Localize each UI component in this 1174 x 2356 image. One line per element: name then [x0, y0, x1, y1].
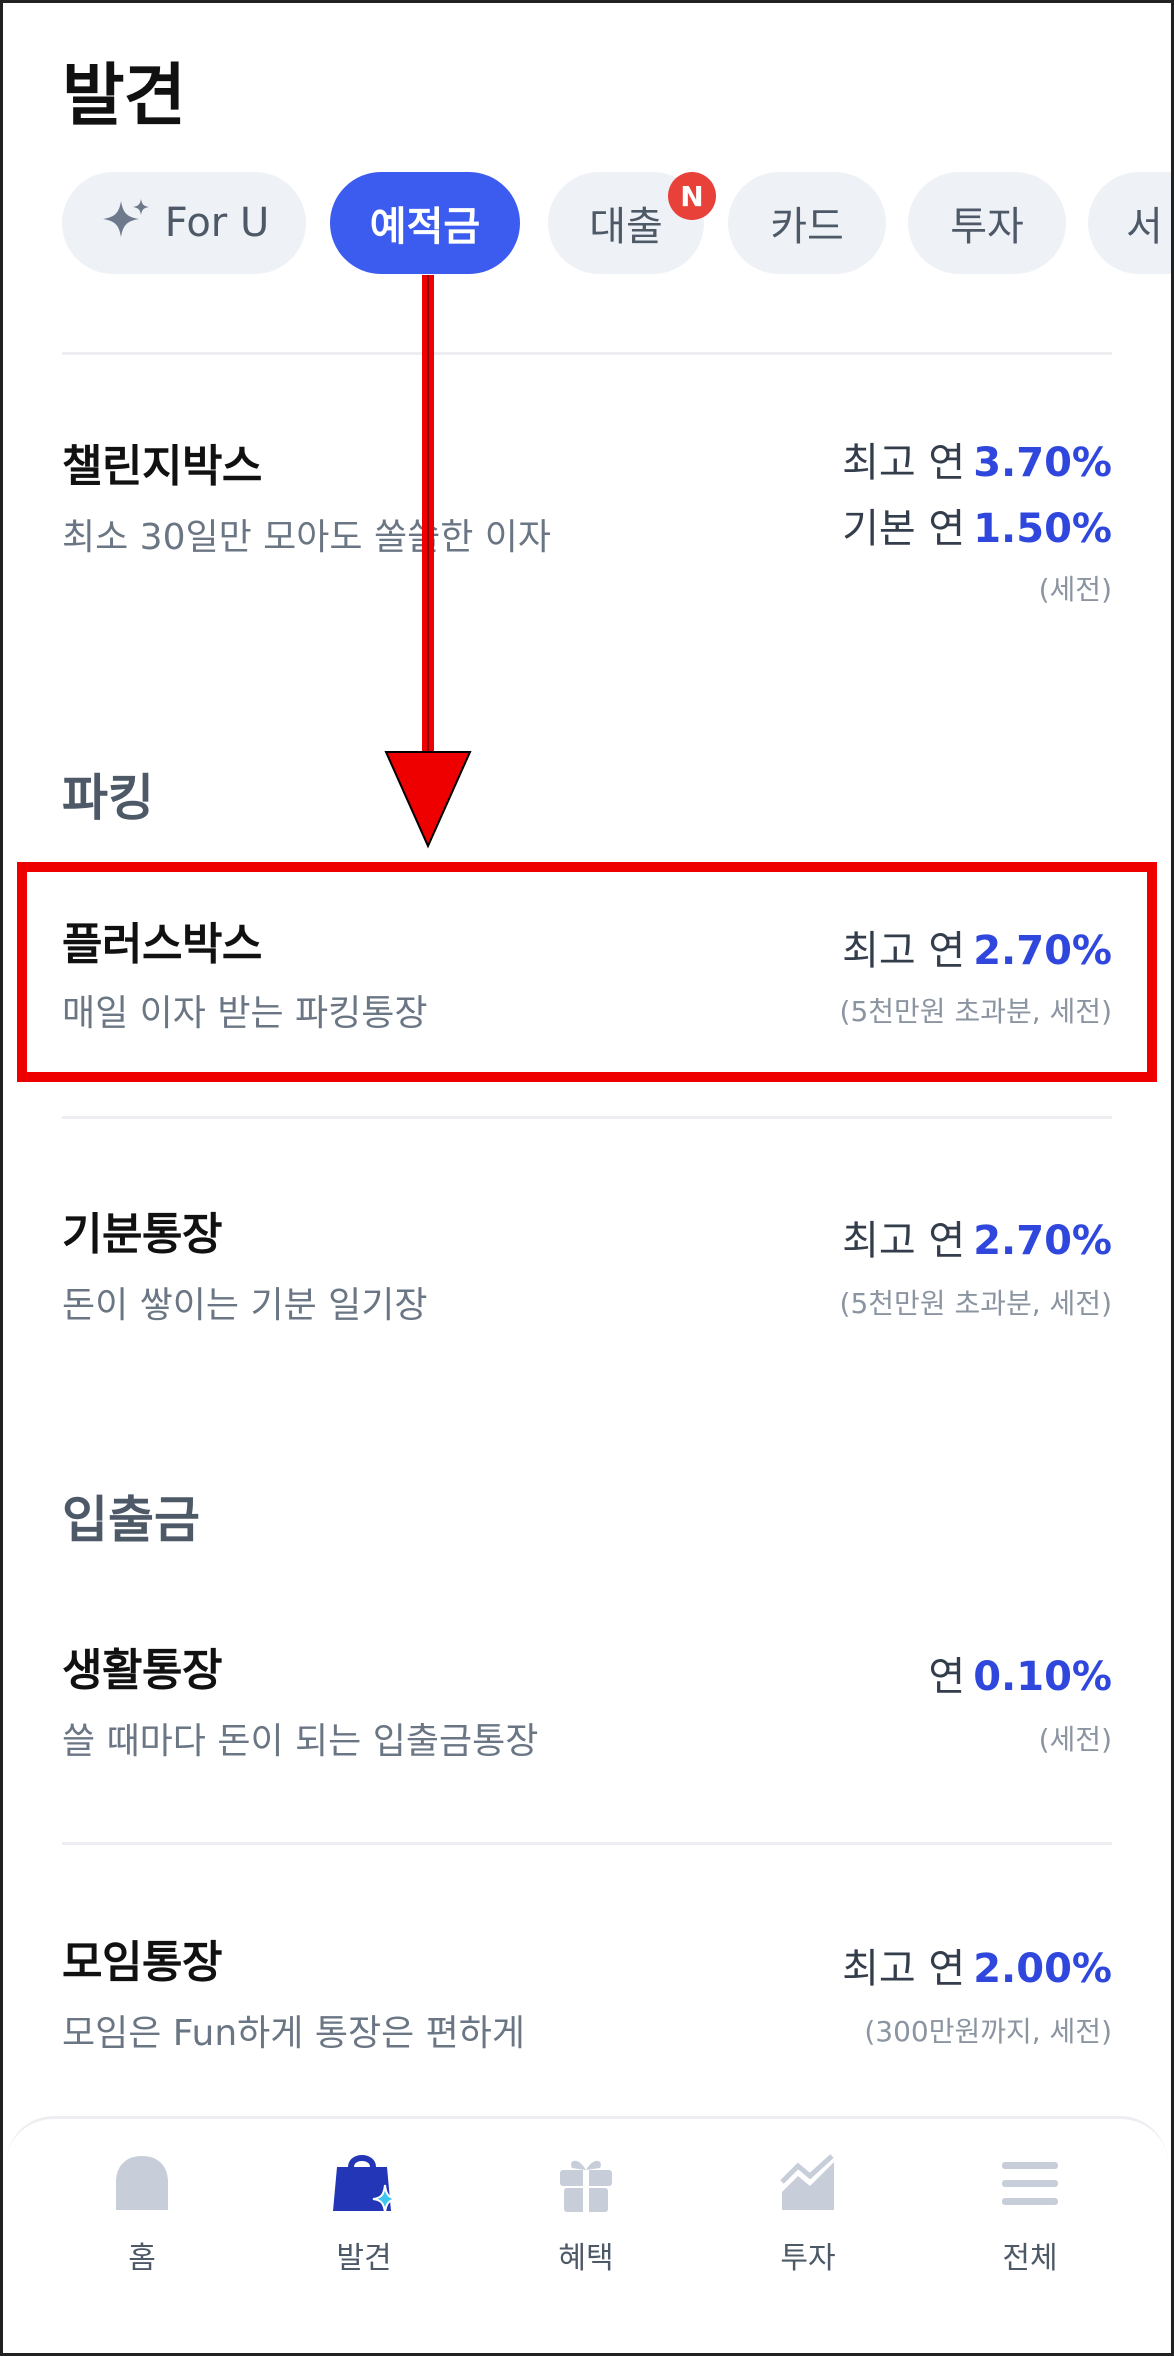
tab-label: 전체: [1002, 2241, 1058, 2276]
product-desc: 모임은 Fun하게 통장은 편하게: [62, 2013, 526, 2054]
rate-note: (세전): [1038, 1723, 1112, 1756]
max-rate: 최고 연 2.00%: [842, 1946, 1112, 1992]
divider: [62, 1116, 1112, 1119]
divider: [62, 1842, 1112, 1845]
rate-note: (300만원까지, 세전): [864, 2015, 1112, 2048]
tab-label: 투자: [780, 2241, 836, 2276]
home-icon: [107, 2149, 177, 2219]
menu-icon: [995, 2149, 1065, 2219]
gift-icon: [551, 2149, 621, 2219]
tab-discover[interactable]: 발견: [284, 2149, 444, 2299]
rate-note: (5천만원 초과분, 세전): [839, 1287, 1112, 1320]
product-name: 모임통장: [62, 1937, 222, 1988]
shopping-bag-icon: [329, 2149, 399, 2219]
tab-benefits[interactable]: 혜택: [506, 2149, 666, 2299]
product-desc: 쓸 때마다 돈이 되는 입출금통장: [62, 1721, 539, 1762]
tab-label: 혜택: [558, 2241, 614, 2276]
max-rate: 최고 연 2.70%: [842, 1218, 1112, 1264]
rate: 연 0.10%: [928, 1654, 1112, 1700]
product-desc: 돈이 쌓이는 기분 일기장: [62, 1285, 428, 1326]
section-title-deposit: 입출금: [62, 1491, 200, 1549]
product-name: 기분통장: [62, 1209, 222, 1260]
tab-all[interactable]: 전체: [950, 2149, 1110, 2299]
bottom-tab-bar: 홈 발견 혜택 투자 전체: [6, 2116, 1168, 2352]
annotation-arrow: [384, 275, 472, 849]
tab-label: 홈: [128, 2241, 156, 2276]
tab-invest[interactable]: 투자: [728, 2149, 888, 2299]
tab-home[interactable]: 홈: [62, 2149, 222, 2299]
chart-icon: [773, 2149, 843, 2219]
tab-label: 발견: [336, 2241, 392, 2276]
product-name: 생활통장: [62, 1645, 222, 1696]
